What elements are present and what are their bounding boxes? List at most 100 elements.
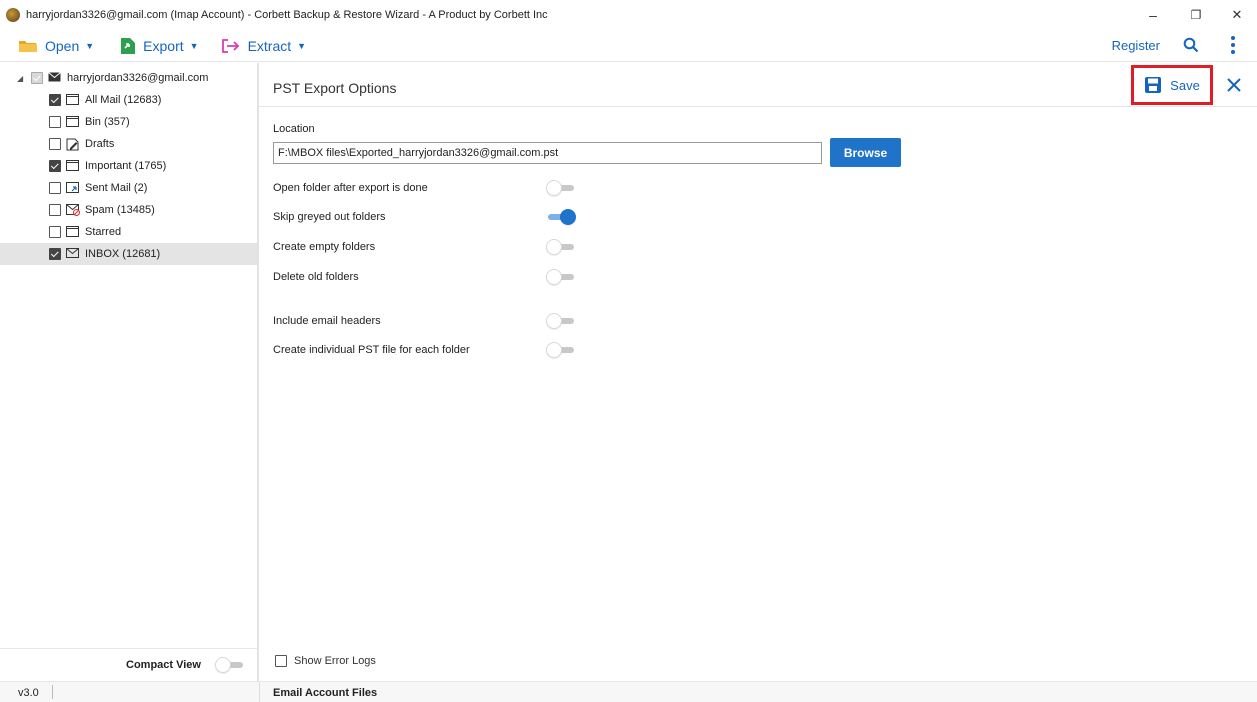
status-divider xyxy=(259,682,260,702)
compact-view-toggle[interactable] xyxy=(215,656,245,673)
extract-arrow-icon xyxy=(221,38,241,54)
save-label: Save xyxy=(1170,77,1200,93)
option-skip-greyed: Skip greyed out folders xyxy=(273,208,593,226)
close-panel-button[interactable] xyxy=(1223,74,1245,96)
option-label: Include email headers xyxy=(273,315,381,327)
option-toggle[interactable] xyxy=(546,239,576,255)
option-individual-pst: Create individual PST file for each fold… xyxy=(273,341,593,359)
tree-folder-bin[interactable]: Bin (357) xyxy=(49,112,130,132)
tree-folder-important[interactable]: Important (1765) xyxy=(49,156,166,176)
page-title: PST Export Options xyxy=(273,80,397,96)
show-error-logs[interactable]: Show Error Logs xyxy=(275,655,376,667)
spam-icon xyxy=(66,204,80,216)
option-include-headers: Include email headers xyxy=(273,312,593,330)
status-bar: v3.0 Email Account Files xyxy=(0,681,1257,702)
option-toggle[interactable] xyxy=(546,342,576,358)
folder-open-icon xyxy=(18,38,38,54)
folder-name: Spam xyxy=(85,204,114,216)
sent-mail-icon xyxy=(66,182,80,194)
account-checkbox[interactable] xyxy=(31,72,43,84)
option-toggle[interactable] xyxy=(546,180,576,196)
option-label: Open folder after export is done xyxy=(273,182,428,194)
folder-checkbox[interactable] xyxy=(49,226,61,238)
option-label: Skip greyed out folders xyxy=(273,211,386,223)
option-toggle[interactable] xyxy=(546,313,576,329)
folder-checkbox[interactable] xyxy=(49,138,61,150)
folder-name: Important xyxy=(85,160,132,172)
folder-checkbox[interactable] xyxy=(49,94,61,106)
tree-folder-sent-mail[interactable]: Sent Mail (2) xyxy=(49,178,147,198)
folder-tree: ◢ harryjordan3326@gmail.com All Mail (12… xyxy=(0,63,257,647)
option-label: Delete old folders xyxy=(273,271,359,283)
tree-folder-starred[interactable]: Starred xyxy=(49,222,121,242)
window-title: harryjordan3326@gmail.com (Imap Account)… xyxy=(26,9,548,21)
error-logs-label: Show Error Logs xyxy=(294,655,376,667)
option-label: Create individual PST file for each fold… xyxy=(273,344,470,356)
folder-count: (2) xyxy=(133,182,148,194)
option-toggle[interactable] xyxy=(546,209,576,225)
compact-view-label: Compact View xyxy=(126,658,201,671)
folder-checkbox[interactable] xyxy=(49,204,61,216)
tree-folder-spam[interactable]: Spam (13485) xyxy=(49,200,155,220)
extract-menu-label: Extract xyxy=(247,37,292,54)
menu-toolbar: Open ▼ Export ▼ Extract ▼ Register xyxy=(0,30,1257,62)
error-logs-checkbox[interactable] xyxy=(275,655,287,667)
folder-name: All Mail xyxy=(85,94,121,106)
drafts-icon xyxy=(66,138,80,151)
folder-name: Bin xyxy=(85,116,101,128)
folder-icon xyxy=(66,116,80,128)
open-menu-button[interactable]: Open ▼ xyxy=(12,34,100,58)
folder-icon xyxy=(66,226,80,238)
option-delete-old: Delete old folders xyxy=(273,268,593,286)
restore-button[interactable]: ❐ xyxy=(1181,4,1211,26)
expand-arrow-icon[interactable]: ◢ xyxy=(17,74,27,83)
mail-icon xyxy=(48,72,62,84)
extract-menu-button[interactable]: Extract ▼ xyxy=(215,34,313,58)
version-label: v3.0 xyxy=(18,687,39,699)
window-close-button[interactable]: ✕ xyxy=(1222,4,1252,26)
compact-view-bar: Compact View xyxy=(0,648,257,680)
folder-name: Drafts xyxy=(85,138,115,150)
chevron-down-icon: ▼ xyxy=(85,40,95,51)
folder-icon xyxy=(66,160,80,172)
minimize-button[interactable]: – xyxy=(1138,4,1168,26)
location-label: Location xyxy=(273,123,315,135)
tree-folder-inbox[interactable]: INBOX (12681) xyxy=(0,243,257,265)
folder-checkbox[interactable] xyxy=(49,248,61,260)
folder-count: (12681) xyxy=(122,248,161,260)
tree-folder-all-mail[interactable]: All Mail (12683) xyxy=(49,90,161,110)
inbox-envelope-icon xyxy=(66,248,80,260)
search-icon xyxy=(1183,37,1199,53)
tree-folder-drafts[interactable]: Drafts xyxy=(49,134,114,154)
folder-name: INBOX xyxy=(85,248,120,260)
option-create-empty: Create empty folders xyxy=(273,238,593,256)
location-field[interactable] xyxy=(273,142,822,164)
folder-checkbox[interactable] xyxy=(49,160,61,172)
title-bar: harryjordan3326@gmail.com (Imap Account)… xyxy=(0,0,1257,30)
minimize-icon: – xyxy=(1149,7,1157,23)
chevron-down-icon: ▼ xyxy=(297,40,307,51)
save-icon xyxy=(1145,77,1162,93)
save-button[interactable]: Save xyxy=(1131,65,1213,105)
export-menu-button[interactable]: Export ▼ xyxy=(114,34,204,58)
folder-name: Sent Mail xyxy=(85,182,131,194)
close-icon xyxy=(1227,78,1241,92)
register-link[interactable]: Register xyxy=(1112,38,1160,53)
tree-account-row[interactable]: ◢ harryjordan3326@gmail.com xyxy=(17,68,208,88)
browse-button[interactable]: Browse xyxy=(830,138,901,167)
folder-checkbox[interactable] xyxy=(49,182,61,194)
main-header: PST Export Options Save xyxy=(259,63,1257,107)
folder-name: Starred xyxy=(85,226,122,238)
restore-icon: ❐ xyxy=(1190,8,1202,22)
more-options-button[interactable] xyxy=(1227,35,1239,55)
folder-count: (1765) xyxy=(134,160,167,172)
search-button[interactable] xyxy=(1181,35,1201,55)
option-toggle[interactable] xyxy=(546,269,576,285)
app-window: harryjordan3326@gmail.com (Imap Account)… xyxy=(0,0,1257,702)
option-label: Create empty folders xyxy=(273,241,376,253)
folder-checkbox[interactable] xyxy=(49,116,61,128)
app-logo-icon xyxy=(6,8,20,22)
close-icon: ✕ xyxy=(1231,7,1243,22)
chevron-down-icon: ▼ xyxy=(189,40,199,51)
pane-divider[interactable] xyxy=(257,63,259,702)
